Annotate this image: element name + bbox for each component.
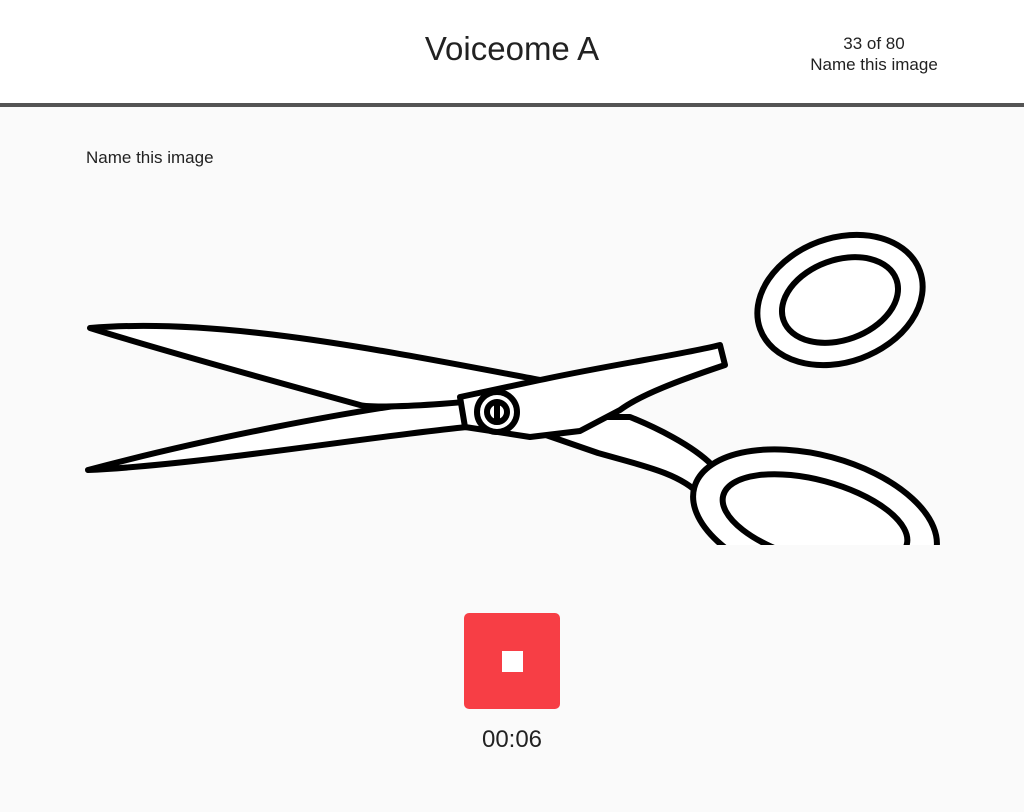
app-header: Voiceome A 33 of 80 Name this image: [0, 0, 1024, 107]
progress-indicator: 33 of 80 Name this image: [794, 33, 954, 75]
progress-task-name: Name this image: [810, 55, 938, 74]
progress-counter: 33 of 80: [843, 34, 905, 53]
stop-icon: [502, 651, 523, 672]
recording-timer: 00:06: [481, 726, 543, 753]
stop-recording-button[interactable]: [464, 613, 560, 709]
scissors-icon: [85, 231, 940, 545]
task-panel: Name this image 00:06: [0, 107, 1024, 812]
